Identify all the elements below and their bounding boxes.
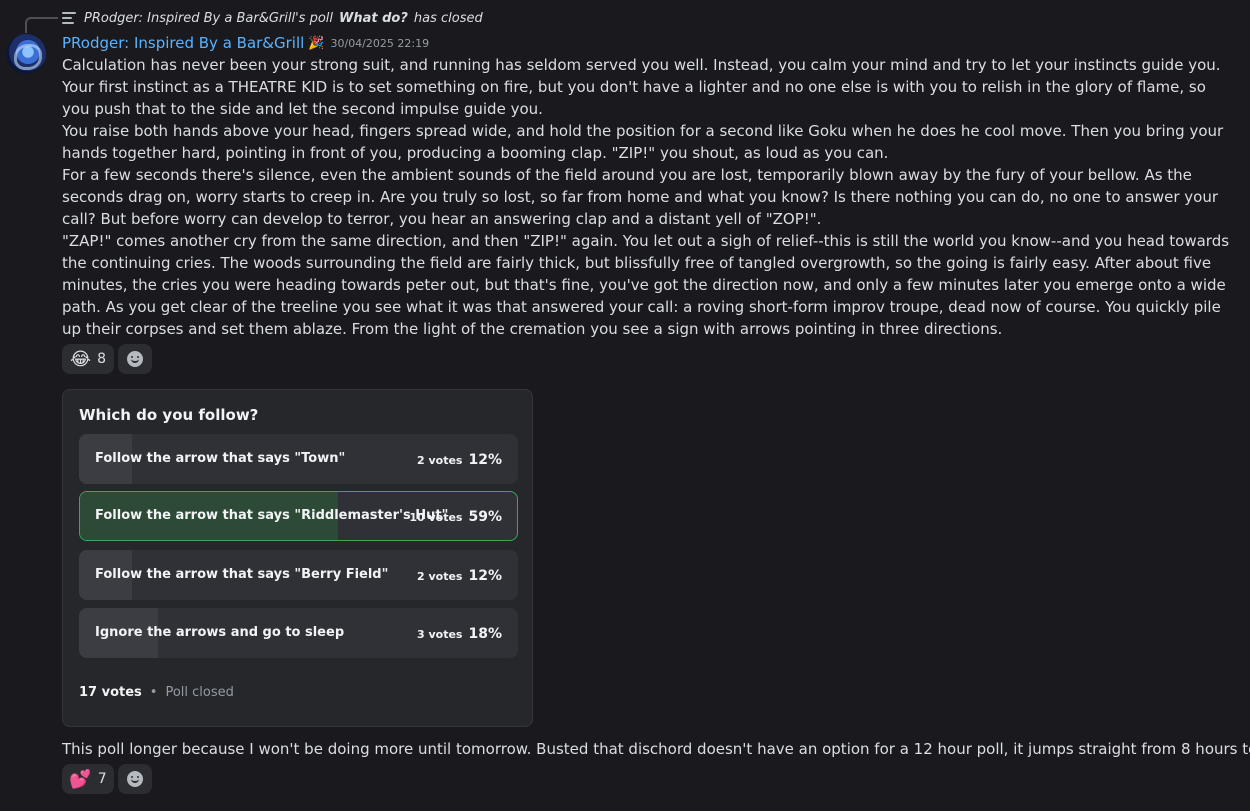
add-reaction-button[interactable]: [118, 764, 152, 794]
poll-total-votes: 17 votes: [79, 685, 142, 700]
poll-notice-author[interactable]: PRodger: Inspired By a Bar&Grill: [84, 11, 295, 26]
reaction-laughing[interactable]: 😂 8: [62, 344, 114, 374]
poll-answer-percent: 12%: [468, 568, 502, 584]
poll-answer-winner[interactable]: Follow the arrow that says "Riddlemaster…: [79, 491, 518, 541]
message-paragraph: For a few seconds there's silence, even …: [62, 166, 1218, 228]
poll-answer-votes: 2 votes: [417, 454, 463, 467]
role-badge-icon: 🎉: [308, 35, 325, 51]
poll-closed-notice: PRodger: Inspired By a Bar&Grill's poll …: [62, 9, 483, 27]
message-2-body: This poll longer because I won't be doin…: [62, 740, 1250, 758]
poll-notice-prefix: 's poll: [295, 10, 334, 26]
poll-answer-percent: 12%: [468, 452, 502, 468]
poll-answer-label: Ignore the arrows and go to sleep: [95, 625, 345, 640]
message-paragraph: "ZAP!" comes another cry from the same d…: [62, 232, 1230, 338]
poll-answer-label: Follow the arrow that says "Town": [95, 451, 346, 466]
poll-notice-suffix: has closed: [413, 10, 483, 26]
poll-footer: 17 votes • Poll closed: [79, 685, 234, 700]
poll-answer-votes: 3 votes: [417, 628, 463, 641]
avatar[interactable]: [6, 34, 46, 74]
poll-question: Which do you follow?: [79, 406, 259, 424]
poll-answer-percent: 59%: [468, 509, 502, 525]
message-paragraph: You raise both hands above your head, fi…: [62, 122, 1224, 162]
poll-answer-votes: 2 votes: [417, 570, 463, 583]
add-reaction-icon: [127, 771, 143, 787]
poll-answer-percent: 18%: [468, 626, 502, 642]
add-reaction-icon: [127, 351, 143, 367]
reaction-count: 8: [97, 351, 106, 367]
poll-notice-title[interactable]: What do?: [339, 11, 408, 26]
username[interactable]: PRodger: Inspired By a Bar&Grill: [62, 34, 304, 52]
laughing-emoji-icon: 😂: [70, 348, 92, 370]
reply-connector: [25, 17, 58, 33]
poll-card: Which do you follow? Follow the arrow th…: [62, 389, 533, 727]
reaction-hearts[interactable]: 💕 7: [62, 764, 114, 794]
reaction-count: 7: [97, 771, 107, 787]
message-paragraph: Calculation has never been your strong s…: [62, 56, 1221, 118]
poll-answer-votes: 10 votes: [409, 511, 463, 524]
poll-icon: [62, 11, 78, 25]
poll-answer[interactable]: Follow the arrow that says "Berry Field"…: [79, 550, 518, 600]
poll-footer-separator: •: [149, 685, 158, 700]
message-header: PRodger: Inspired By a Bar&Grill 🎉 30/04…: [62, 33, 429, 53]
poll-status: Poll closed: [165, 685, 234, 700]
add-reaction-button[interactable]: [118, 344, 152, 374]
poll-answer[interactable]: Ignore the arrows and go to sleep 3 vote…: [79, 608, 518, 658]
poll-answer[interactable]: Follow the arrow that says "Town" 2 vote…: [79, 434, 518, 484]
poll-answer-label: Follow the arrow that says "Berry Field": [95, 567, 389, 582]
two-hearts-emoji-icon: 💕: [69, 768, 92, 790]
poll-answer-label: Follow the arrow that says "Riddlemaster…: [95, 508, 449, 523]
timestamp[interactable]: 30/04/2025 22:19: [330, 37, 429, 50]
message-body: Calculation has never been your strong s…: [62, 54, 1237, 340]
